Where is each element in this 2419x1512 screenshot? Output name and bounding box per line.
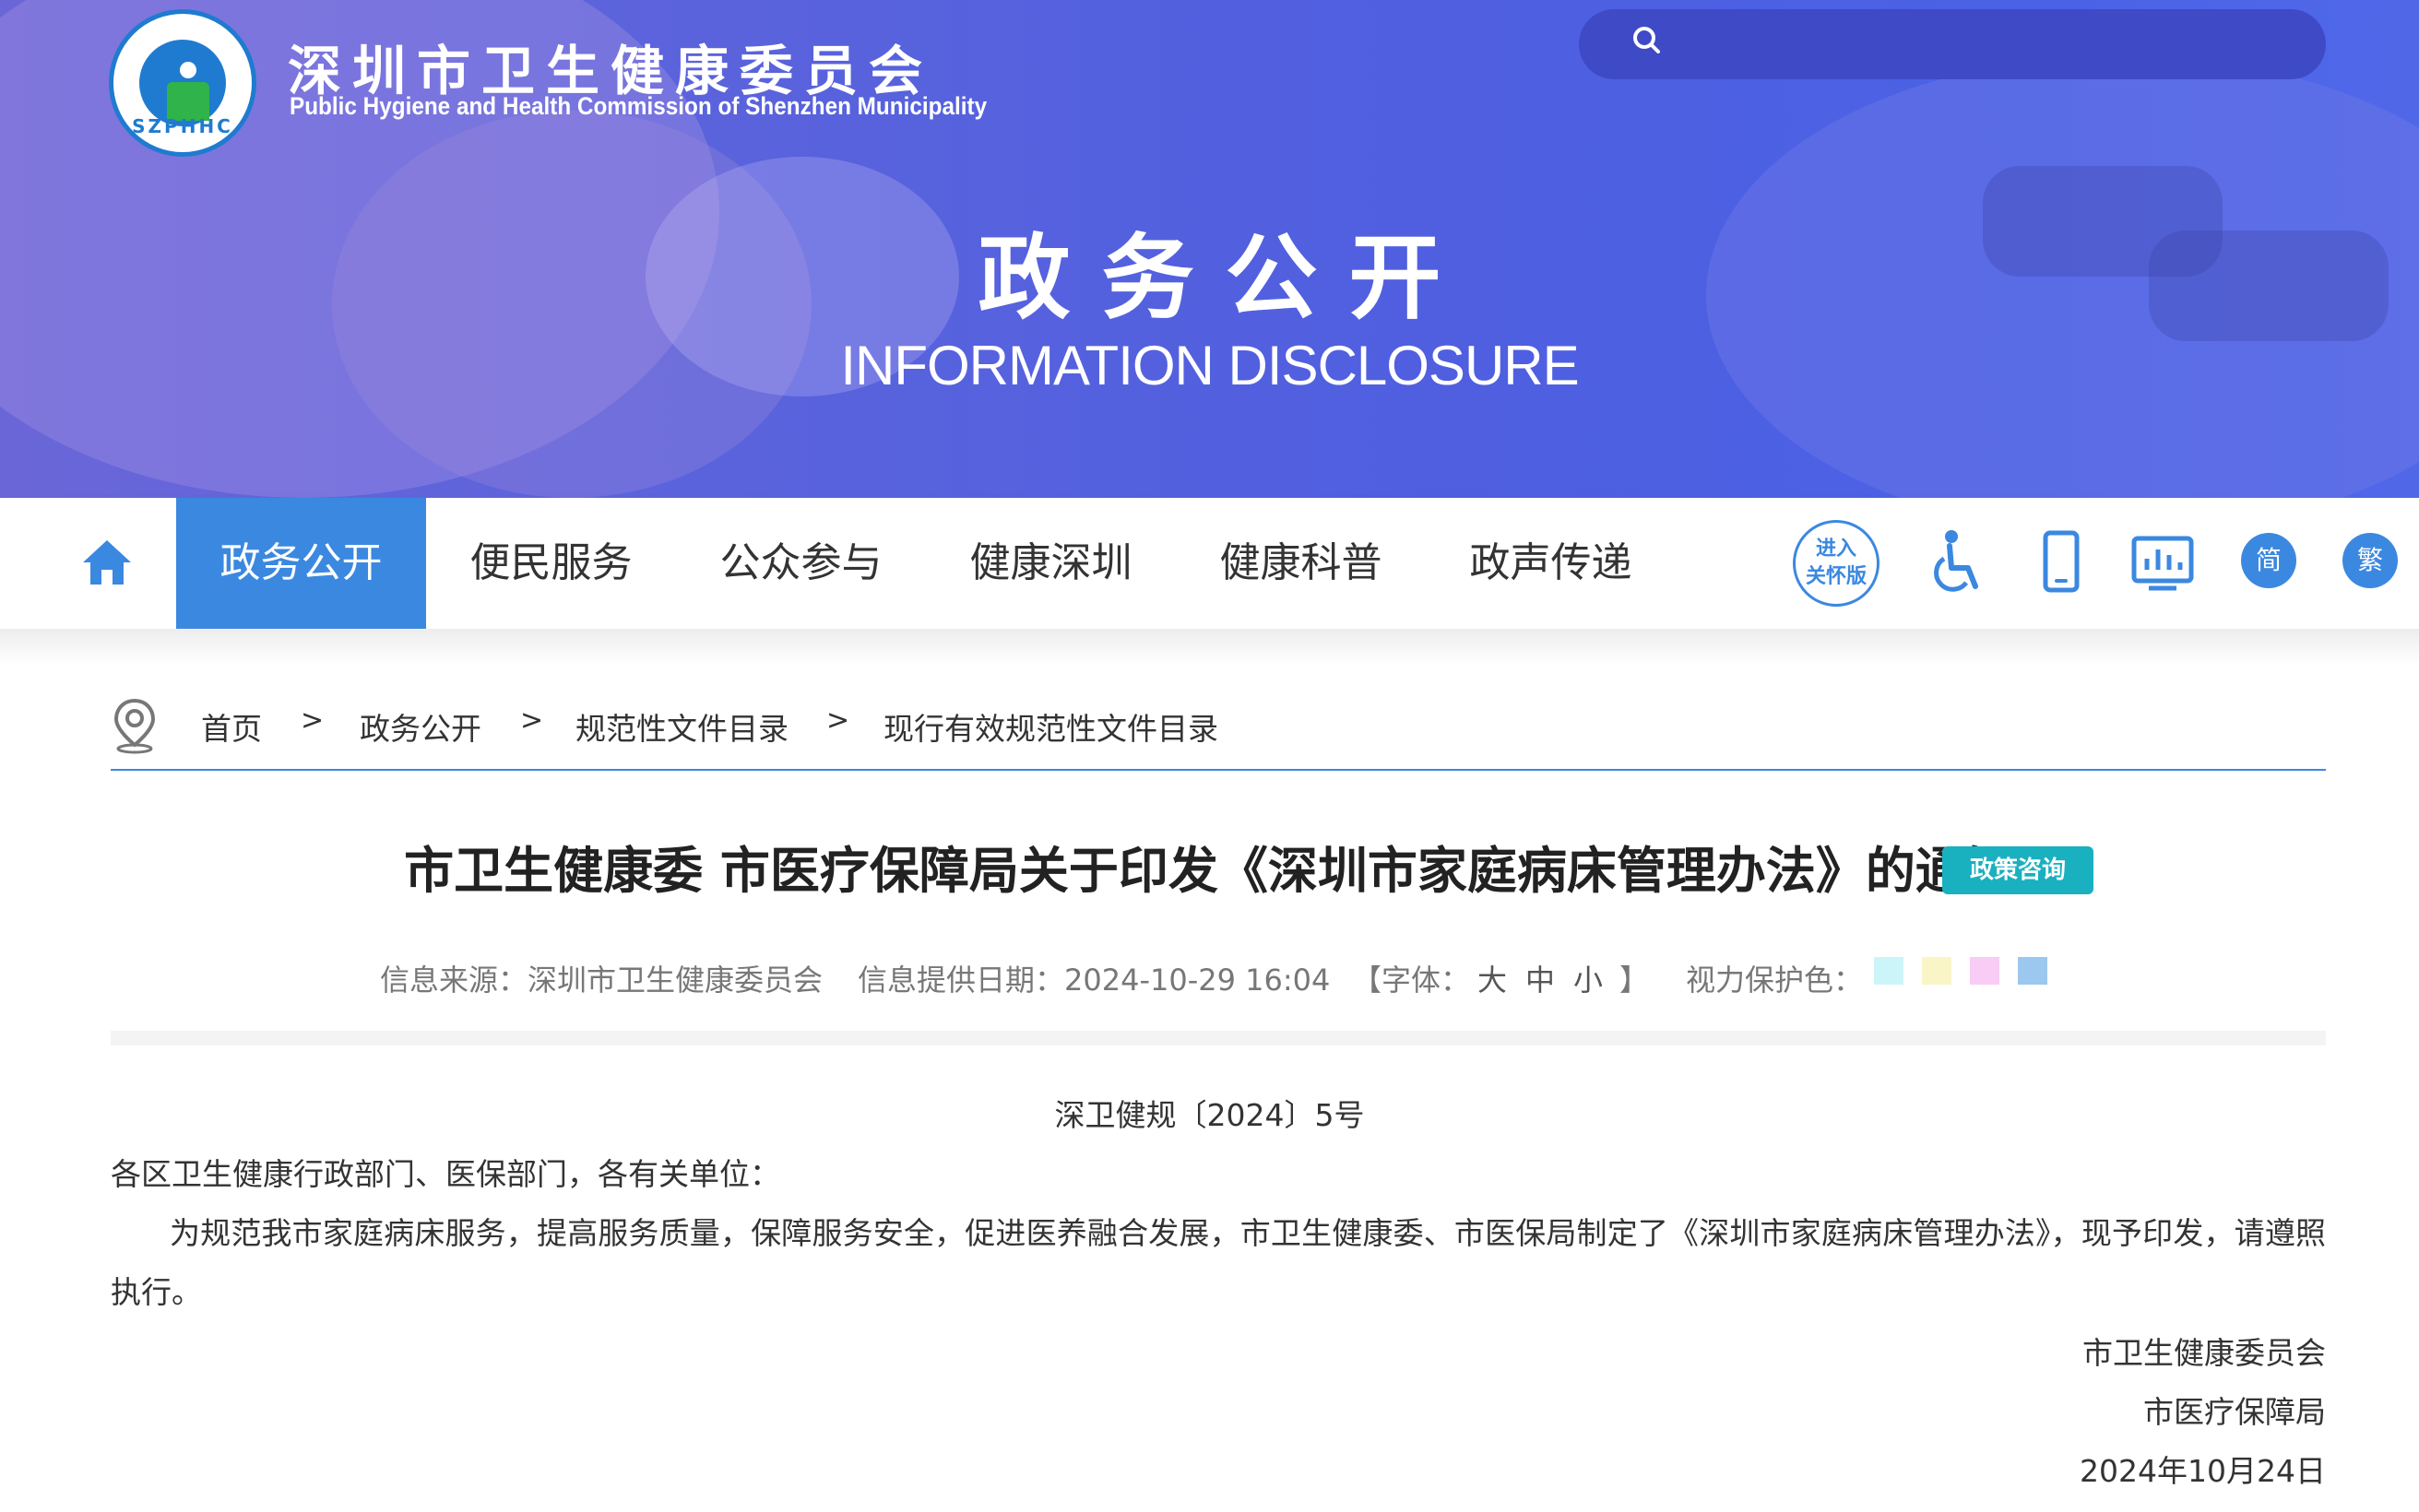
search-icon[interactable] <box>1632 26 1660 53</box>
home-icon[interactable] <box>79 535 135 590</box>
site-logo[interactable]: SZPHHC <box>109 9 256 157</box>
simplified-chinese-button[interactable]: 简 <box>2241 533 2296 588</box>
signature-date: 2024年10月24日 <box>2080 1453 2326 1489</box>
nav-shadow-band <box>0 629 2419 666</box>
font-size-large[interactable]: 大 <box>1477 957 1507 999</box>
nav-item-voice[interactable]: 政声传递 <box>1426 498 1676 629</box>
font-size-small[interactable]: 小 <box>1573 957 1603 999</box>
eye-care-swatch-yellow[interactable] <box>1922 957 1951 985</box>
site-title-en[interactable]: Public Hygiene and Health Commission of … <box>290 92 987 121</box>
salutation: 各区卫生健康行政部门、医保部门，各有关单位： <box>111 1156 780 1192</box>
eye-care-swatch-blue[interactable] <box>2018 957 2047 985</box>
wheelchair-icon[interactable] <box>1924 527 1988 597</box>
meta-divider <box>111 1031 2326 1045</box>
search-input[interactable] <box>1579 9 2326 79</box>
breadcrumb-separator: > <box>301 704 325 737</box>
breadcrumb-normative-docs[interactable]: 规范性文件目录 <box>575 704 789 749</box>
breadcrumb-home[interactable]: 首页 <box>201 704 262 749</box>
nav-item-healthy-shenzhen[interactable]: 健康深圳 <box>926 498 1176 629</box>
chart-icon[interactable] <box>2130 527 2195 597</box>
nav-item-gov-affairs[interactable]: 政务公开 <box>176 498 426 629</box>
banner-subtitle: INFORMATION DISCLOSURE <box>840 335 1579 396</box>
eye-care-swatch-pink[interactable] <box>1970 957 1999 985</box>
signature-medical-security: 市医疗保障局 <box>2143 1394 2326 1430</box>
nav-item-health-science[interactable]: 健康科普 <box>1176 498 1426 629</box>
nav-item-services[interactable]: 便民服务 <box>426 498 676 629</box>
breadcrumb-separator: > <box>826 704 850 737</box>
eye-care-label: 视力保护色： <box>1686 963 1864 998</box>
font-size-bracket: 】 <box>1619 963 1650 998</box>
article-paragraph: 为规范我市家庭病床服务，提高服务质量，保障服务安全，促进医养融合发展，市卫生健康… <box>111 1215 2326 1310</box>
info-source: 信息来源：深圳市卫生健康委员会 <box>380 963 824 998</box>
care-mode-button[interactable]: 进入 关怀版 <box>1793 520 1879 607</box>
mobile-icon[interactable] <box>2029 527 2093 597</box>
traditional-chinese-button[interactable]: 繁 <box>2342 533 2398 588</box>
eye-care-swatch-cyan[interactable] <box>1874 957 1903 985</box>
logo-abbr: SZPHHC <box>132 115 233 137</box>
font-size-label: 【字体： <box>1352 963 1471 998</box>
signature-health-commission: 市卫生健康委员会 <box>2082 1335 2326 1371</box>
logo-emblem <box>139 40 226 126</box>
breadcrumb-gov-affairs[interactable]: 政务公开 <box>360 704 481 749</box>
breadcrumb-separator: > <box>520 704 544 737</box>
policy-consult-badge[interactable]: 政策咨询 <box>1942 846 2093 894</box>
breadcrumb-current-docs[interactable]: 现行有效规范性文件目录 <box>883 704 1218 749</box>
breadcrumb-divider <box>111 769 2326 771</box>
nav-item-participation[interactable]: 公众参与 <box>676 498 926 629</box>
document-number: 深卫健规〔2024〕5号 <box>1054 1097 1365 1133</box>
banner-title: 政务公开 <box>978 223 1473 332</box>
location-pin-icon <box>113 698 156 754</box>
info-date: 信息提供日期：2024-10-29 16:04 <box>858 963 1331 998</box>
font-size-medium[interactable]: 中 <box>1525 957 1555 999</box>
